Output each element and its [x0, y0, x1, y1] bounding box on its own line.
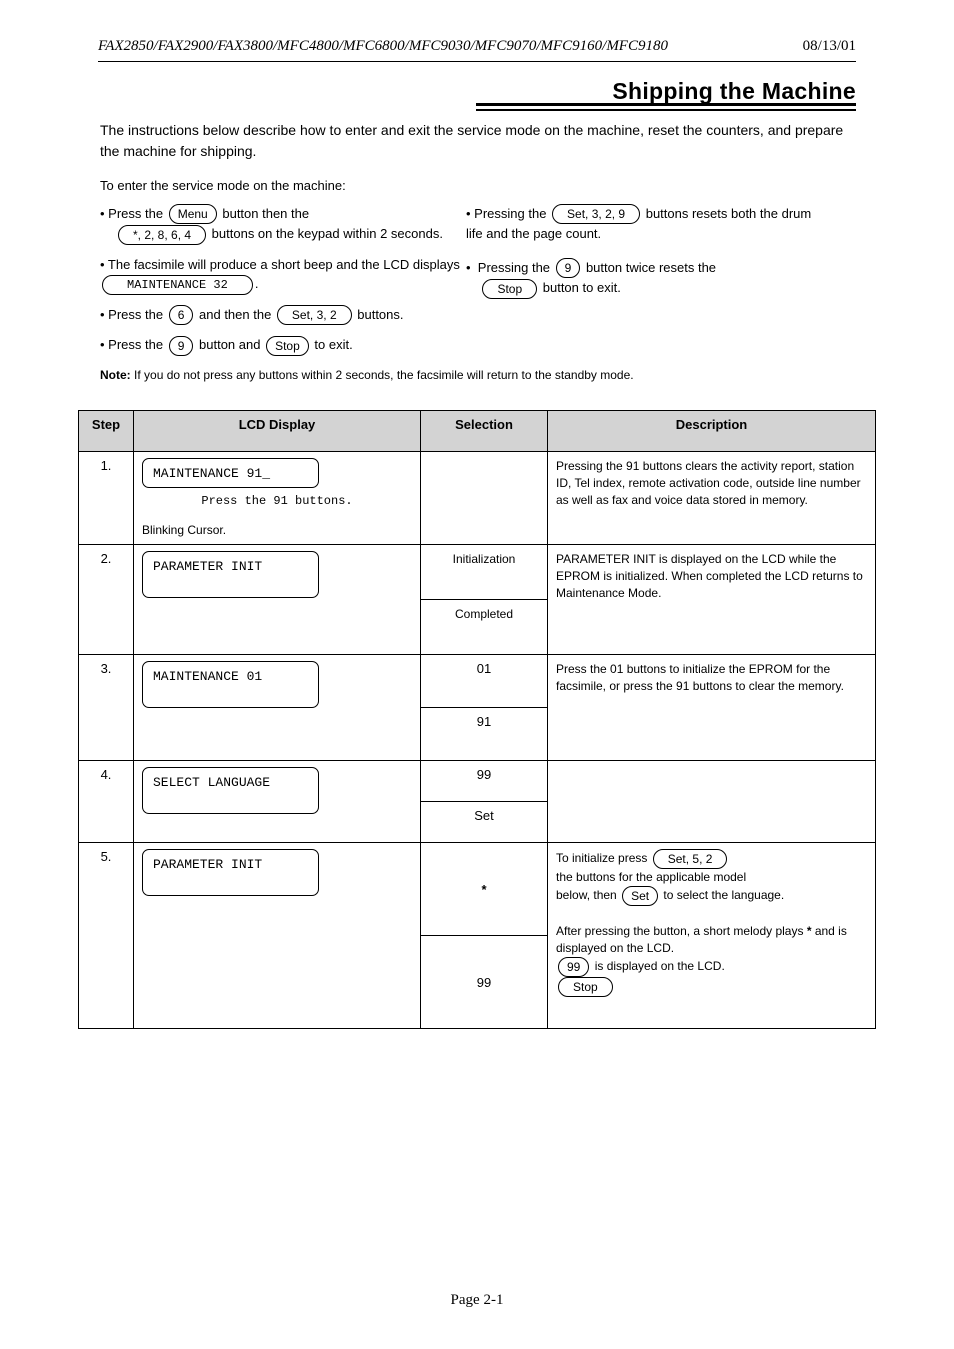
lcd-box: PARAMETER INIT — [142, 551, 319, 598]
intro-note: Note: If you do not press any buttons wi… — [100, 366, 854, 384]
cell-lcd: MAINTENANCE 01 — [134, 655, 421, 761]
cell-sel: 91 — [421, 708, 548, 761]
cell-step: 5. — [79, 843, 134, 1029]
intro-right-col: • Pressing the Set, 3, 2, 9 buttons rese… — [466, 204, 832, 356]
cell-sel: 01 — [421, 655, 548, 708]
cell-desc: Press the 01 buttons to initialize the E… — [548, 655, 876, 761]
page: FAX2850/FAX2900/FAX3800/MFC4800/MFC6800/… — [0, 0, 954, 1349]
th-lcd: LCD Display — [134, 411, 421, 452]
lcd-caption: Press the 91 buttons. — [142, 494, 412, 508]
intro-lead: The instructions below describe how to e… — [100, 120, 854, 162]
cell-lcd: SELECT LANGUAGE — [134, 761, 421, 843]
lcd-box: PARAMETER INIT — [142, 849, 319, 896]
cell-desc: PARAMETER INIT is displayed on the LCD w… — [548, 545, 876, 655]
cell-lcd: MAINTENANCE 91_ Press the 91 buttons. Bl… — [134, 452, 421, 545]
cell-sel: 99 — [421, 761, 548, 802]
intro-left-b3: • Press the 6 and then the Set, 3, 2 but… — [100, 305, 460, 326]
key-6: 6 — [169, 305, 194, 325]
key-9b: 9 — [556, 258, 581, 278]
key-set2: Set — [622, 886, 658, 906]
table-row: 3. MAINTENANCE 01 01 Press the 01 button… — [79, 655, 876, 708]
page-footer: Page 2-1 — [0, 1292, 954, 1309]
asterisk-icon: * — [481, 882, 486, 897]
lcd-note: Blinking Cursor. — [142, 522, 412, 539]
th-step: Step — [79, 411, 134, 452]
lcd-box: SELECT LANGUAGE — [142, 767, 319, 814]
cell-desc: To initialize press Set, 5, 2 the button… — [548, 843, 876, 1029]
double-rule — [476, 103, 856, 111]
intro-left-b1: • Press the Menu button then the *, 2, 8… — [100, 204, 460, 245]
key-menu: Menu — [169, 204, 217, 224]
header-right: 08/13/01 — [803, 38, 856, 55]
cell-desc: Pressing the 91 buttons clears the activ… — [548, 452, 876, 545]
key-set32: Set, 3, 2 — [277, 305, 352, 325]
intro-block: The instructions below describe how to e… — [100, 120, 854, 384]
header-left: FAX2850/FAX2900/FAX3800/MFC4800/MFC6800/… — [98, 38, 668, 55]
cell-sel: * — [421, 843, 548, 936]
cell-step: 1. — [79, 452, 134, 545]
lcd-box: MAINTENANCE 91_ — [142, 458, 319, 488]
key-stop: Stop — [266, 336, 309, 356]
table-header-row: Step LCD Display Selection Description — [79, 411, 876, 452]
th-sel: Selection — [421, 411, 548, 452]
main-table: Step LCD Display Selection Description 1… — [78, 410, 876, 1029]
key-star2864: *, 2, 8, 6, 4 — [118, 225, 206, 245]
cell-desc — [548, 761, 876, 843]
th-desc: Description — [548, 411, 876, 452]
cell-step: 2. — [79, 545, 134, 655]
cell-lcd: PARAMETER INIT — [134, 545, 421, 655]
intro-left-b2: • The facsimile will produce a short bee… — [100, 255, 460, 295]
table-row: 4. SELECT LANGUAGE 99 — [79, 761, 876, 802]
table-row: 5. PARAMETER INIT * To initialize press … — [79, 843, 876, 936]
lcd-box: MAINTENANCE 01 — [142, 661, 319, 708]
cell-sel — [421, 452, 548, 545]
intro-left-b4: • Press the 9 button and Stop to exit. — [100, 335, 460, 356]
intro-sub: To enter the service mode on the machine… — [100, 176, 854, 196]
cell-step: 3. — [79, 655, 134, 761]
intro-right-b2: • Pressing the 9 button twice resets the… — [466, 258, 826, 299]
section-title: Shipping the Machine — [612, 78, 856, 105]
page-header: FAX2850/FAX2900/FAX3800/MFC4800/MFC6800/… — [98, 38, 856, 62]
cell-lcd: PARAMETER INIT — [134, 843, 421, 1029]
key-set329: Set, 3, 2, 9 — [552, 204, 640, 224]
cell-sel: Completed — [421, 600, 548, 655]
key-9: 9 — [169, 336, 194, 356]
key-99: 99 — [558, 957, 589, 977]
intro-right-b1: • Pressing the Set, 3, 2, 9 buttons rese… — [466, 204, 826, 244]
asterisk-icon: * — [807, 924, 812, 938]
intro-columns: • Press the Menu button then the *, 2, 8… — [100, 204, 832, 356]
cell-sel: 99 — [421, 936, 548, 1029]
table-row: 1. MAINTENANCE 91_ Press the 91 buttons.… — [79, 452, 876, 545]
key-stop-b: Stop — [482, 279, 537, 299]
cell-sel: Initialization — [421, 545, 548, 600]
cell-sel: Set — [421, 802, 548, 843]
intro-left-col: • Press the Menu button then the *, 2, 8… — [100, 204, 466, 356]
table-row: 2. PARAMETER INIT Initialization PARAMET… — [79, 545, 876, 600]
key-set52: Set, 5, 2 — [653, 849, 728, 869]
lcd-maint32: MAINTENANCE 32 — [102, 275, 253, 295]
key-stop-c: Stop — [558, 977, 613, 997]
cell-step: 4. — [79, 761, 134, 843]
